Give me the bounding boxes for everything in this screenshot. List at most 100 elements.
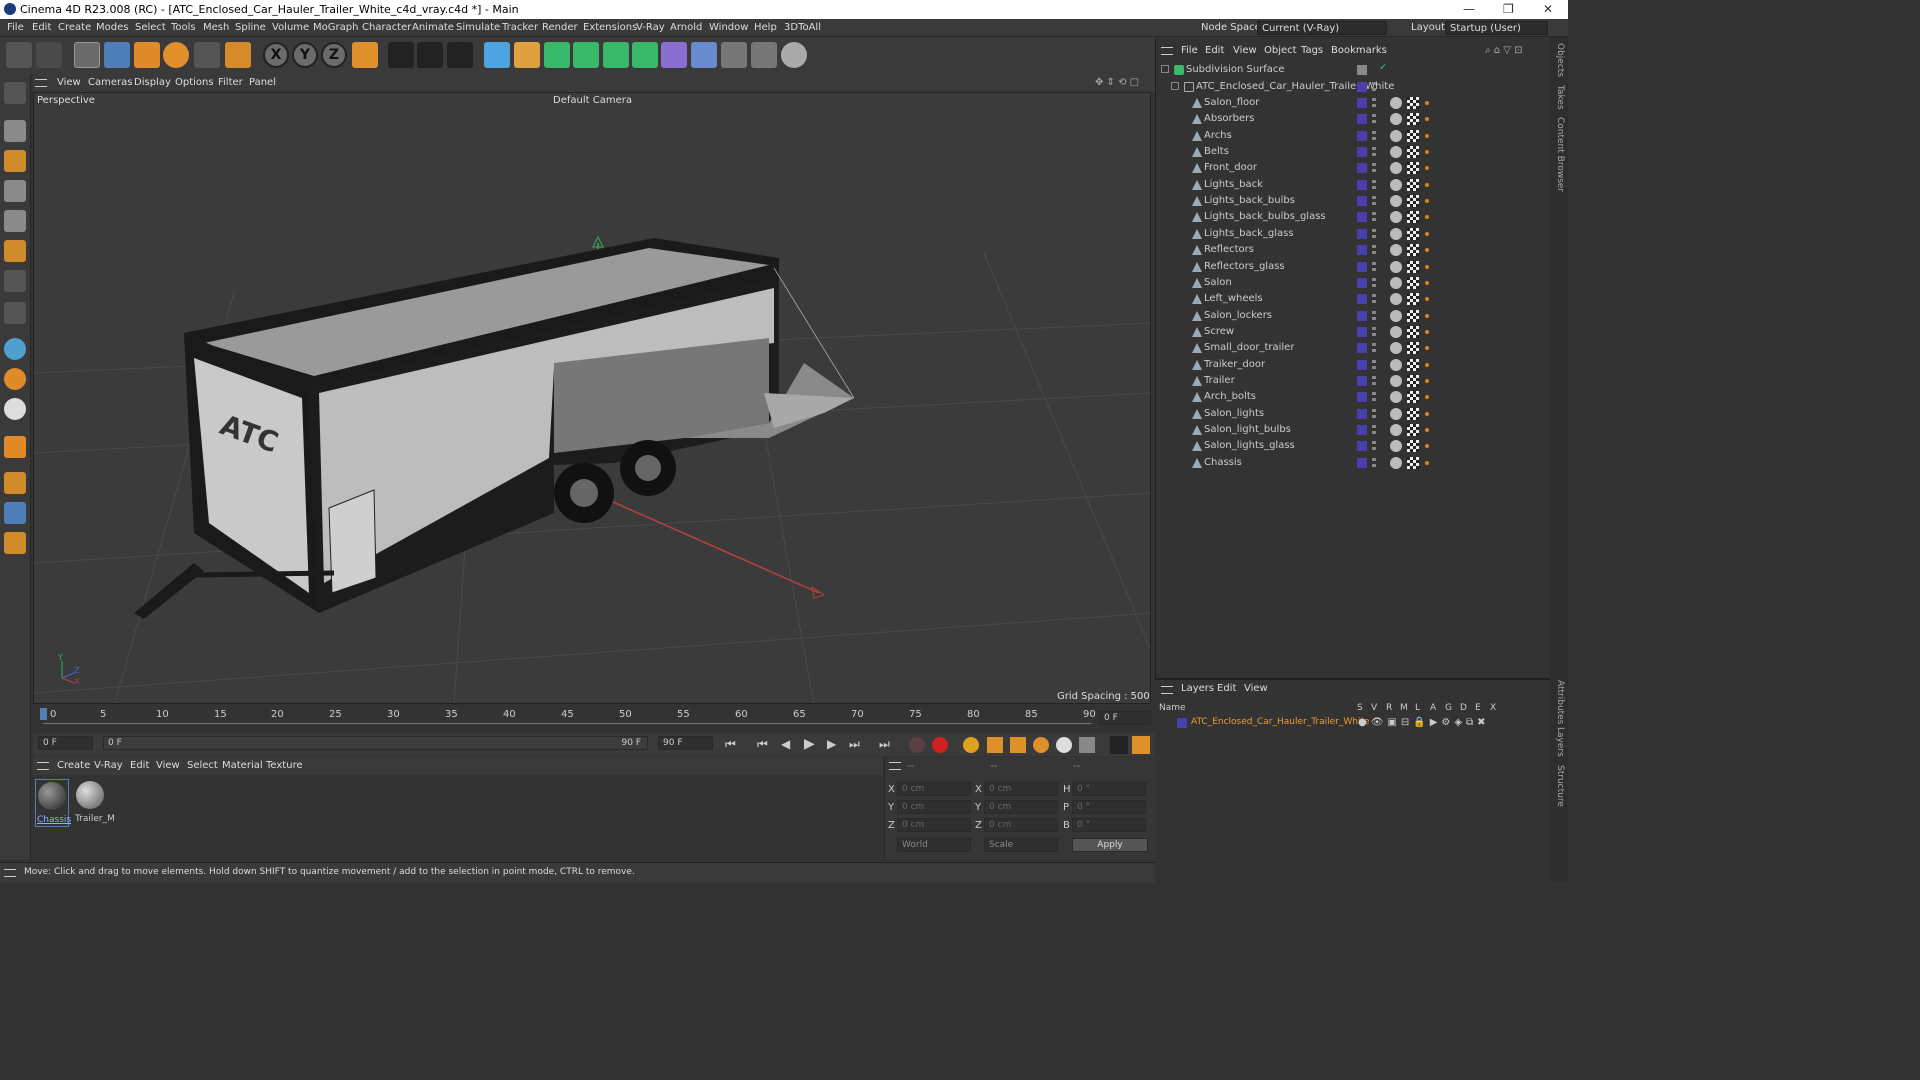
- subdivision-surface-icon[interactable]: [544, 42, 570, 68]
- phong-tag-icon[interactable]: [1425, 248, 1429, 253]
- menu-spline[interactable]: Spline: [235, 22, 266, 33]
- viewport-nav-icons[interactable]: ✥ ⇕ ⟲ ▢: [1095, 77, 1139, 88]
- visibility-dots[interactable]: [1372, 196, 1376, 207]
- phong-tag-icon[interactable]: [1425, 411, 1429, 416]
- material-tag-icon[interactable]: [1407, 276, 1419, 289]
- layer-color-swatch[interactable]: [1177, 718, 1187, 728]
- key-parameter-icon[interactable]: [1056, 737, 1072, 753]
- tab-takes[interactable]: Takes: [1555, 85, 1565, 110]
- object-row[interactable]: Small_door_trailer: [1157, 340, 1547, 356]
- rot-h-field[interactable]: 0 °: [1072, 782, 1146, 796]
- material-tag-icon[interactable]: [1407, 146, 1419, 159]
- close-button[interactable]: ✕: [1543, 2, 1553, 16]
- viewport-menu-filter[interactable]: Filter: [218, 77, 243, 88]
- key-pla-icon[interactable]: [1079, 737, 1095, 753]
- collapse-icon[interactable]: [1171, 82, 1179, 90]
- light-icon[interactable]: [781, 42, 807, 68]
- visibility-dots[interactable]: [1372, 375, 1376, 386]
- x-axis-lock-button[interactable]: X: [263, 42, 289, 68]
- object-row[interactable]: Salon_lockers: [1157, 308, 1547, 324]
- vray-tag-icon[interactable]: [1390, 129, 1402, 142]
- render-settings-icon[interactable]: [447, 42, 473, 68]
- material-menu-edit[interactable]: Edit: [130, 760, 149, 771]
- vray-tag-icon[interactable]: [1390, 113, 1402, 126]
- object-row[interactable]: Lights_back_bulbs: [1157, 193, 1547, 209]
- coords-hamburger-icon[interactable]: [889, 762, 901, 770]
- object-row[interactable]: Lights_back: [1157, 177, 1547, 193]
- visibility-dots[interactable]: [1372, 130, 1376, 141]
- menu-mesh[interactable]: Mesh: [203, 22, 229, 33]
- tab-layers[interactable]: Layers: [1555, 727, 1565, 757]
- tab-attributes[interactable]: Attributes: [1555, 680, 1565, 724]
- material-tag-icon[interactable]: [1407, 424, 1419, 436]
- visibility-dots[interactable]: [1372, 343, 1376, 354]
- playhead[interactable]: [40, 708, 47, 720]
- material-tag-icon[interactable]: [1407, 178, 1419, 191]
- visibility-dots[interactable]: [1372, 82, 1376, 92]
- vray-tag-icon[interactable]: [1390, 424, 1402, 436]
- add-tool-icon[interactable]: [225, 42, 251, 68]
- model-mode-icon[interactable]: [4, 120, 26, 142]
- phong-tag-icon[interactable]: [1425, 199, 1429, 204]
- snap-icon[interactable]: [4, 338, 26, 360]
- rot-p-field[interactable]: 0 °: [1072, 800, 1146, 814]
- make-editable-icon[interactable]: [4, 82, 26, 104]
- mograph-cloner-icon[interactable]: [603, 42, 629, 68]
- visibility-dots[interactable]: [1372, 114, 1376, 125]
- visibility-dots[interactable]: [1372, 147, 1376, 158]
- spline-pen-icon[interactable]: [514, 42, 540, 68]
- material-hamburger-icon[interactable]: [37, 762, 49, 770]
- om-menu-bookmarks[interactable]: Bookmarks: [1331, 45, 1387, 56]
- layers-menu-view[interactable]: View: [1244, 683, 1268, 694]
- scale-mode-select[interactable]: Scale: [984, 838, 1058, 852]
- visibility-dots[interactable]: [1372, 277, 1376, 288]
- object-row-group[interactable]: ATC_Enclosed_Car_Hauler_Trailer_White: [1157, 79, 1547, 95]
- next-frame-icon[interactable]: ▶: [827, 737, 836, 751]
- vray-tag-icon[interactable]: [1390, 227, 1402, 240]
- material-tag-icon[interactable]: [1407, 325, 1419, 338]
- material-tag-icon[interactable]: [1407, 113, 1419, 126]
- vray-tag-icon[interactable]: [1390, 244, 1402, 257]
- minimize-button[interactable]: —: [1463, 2, 1475, 16]
- frame-range-slider[interactable]: 0 F 90 F: [103, 736, 648, 750]
- viewport-menu-display[interactable]: Display: [134, 77, 171, 88]
- go-start-icon[interactable]: ⏮: [725, 737, 736, 752]
- om-search-filter-icons[interactable]: ⌕ ⌂ ▽ ⊡: [1485, 45, 1523, 56]
- workplane-icon[interactable]: [4, 472, 26, 494]
- material-tag-icon[interactable]: [1407, 391, 1419, 404]
- vray-tag-icon[interactable]: [1390, 146, 1402, 159]
- material-tag-icon[interactable]: [1407, 358, 1419, 371]
- om-menu-view[interactable]: View: [1233, 45, 1257, 56]
- phong-tag-icon[interactable]: [1425, 329, 1429, 334]
- material-menu-vray[interactable]: V-Ray: [94, 760, 123, 771]
- coordinate-system-icon[interactable]: [352, 42, 378, 68]
- material-tag-icon[interactable]: [1407, 97, 1419, 109]
- tab-structure[interactable]: Structure: [1555, 765, 1565, 807]
- material-tag-icon[interactable]: [1407, 309, 1419, 322]
- object-row[interactable]: Salon: [1157, 275, 1547, 291]
- visibility-dots[interactable]: [1372, 392, 1376, 403]
- redo-icon[interactable]: [36, 42, 62, 68]
- visibility-dots[interactable]: [1372, 310, 1376, 321]
- edges-mode-icon[interactable]: [4, 210, 26, 232]
- vray-tag-icon[interactable]: [1390, 211, 1402, 224]
- phong-tag-icon[interactable]: [1425, 166, 1429, 171]
- object-row[interactable]: Screw: [1157, 324, 1547, 340]
- phong-tag-icon[interactable]: [1425, 428, 1429, 432]
- material-trailer[interactable]: Trailer_M: [74, 779, 115, 827]
- menu-extensions[interactable]: Extensions: [583, 22, 637, 33]
- polygons-mode-icon[interactable]: [4, 240, 26, 262]
- play-icon[interactable]: ▶: [804, 736, 815, 752]
- key-position-icon[interactable]: [987, 737, 1003, 753]
- layer-name[interactable]: ATC_Enclosed_Car_Hauler_Trailer_White: [1191, 717, 1370, 727]
- menu-simulate[interactable]: Simulate: [456, 22, 500, 33]
- size-x-field[interactable]: 0 cm: [984, 782, 1058, 796]
- object-row[interactable]: Salon_floor: [1157, 95, 1547, 111]
- visibility-dots[interactable]: [1372, 425, 1376, 435]
- check-icon[interactable]: ✓: [1379, 62, 1389, 73]
- phong-tag-icon[interactable]: [1425, 182, 1429, 187]
- phong-tag-icon[interactable]: [1425, 313, 1429, 318]
- menu-modes[interactable]: Modes: [96, 22, 128, 33]
- menu-animate[interactable]: Animate: [412, 22, 454, 33]
- phong-tag-icon[interactable]: [1425, 264, 1429, 269]
